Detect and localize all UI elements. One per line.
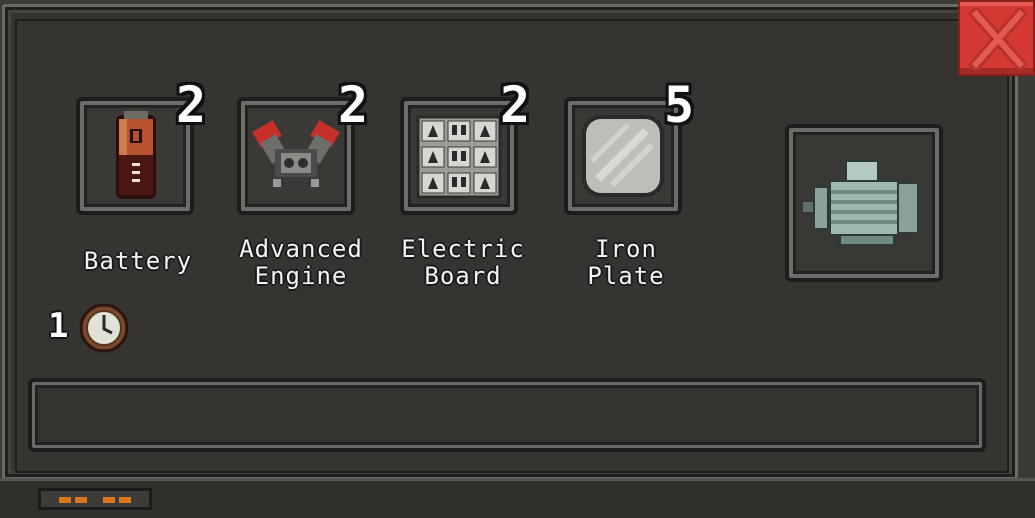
drag-handle[interactable] xyxy=(38,488,152,510)
ingredient-label-iron-plate: Iron Plate xyxy=(587,235,665,290)
ingredient-quantity: 2 xyxy=(338,76,369,134)
clock-icon xyxy=(79,303,129,353)
ingredient-quantity: 2 xyxy=(500,76,531,134)
engine-icon xyxy=(252,120,340,189)
craft-time-value: 1 xyxy=(48,306,69,346)
crafting-progress-bar xyxy=(28,378,986,452)
output-slot[interactable] xyxy=(785,124,943,282)
ingredient-quantity: 5 xyxy=(664,76,695,134)
iron-plate-icon xyxy=(582,115,664,197)
ingredient-label-battery: Battery xyxy=(83,247,193,275)
ingredient-label-electric-board: Electric Board xyxy=(401,235,525,290)
ingredient-label-advanced-engine: Advanced Engine xyxy=(239,235,363,290)
battery-icon xyxy=(116,111,156,199)
bottom-bar xyxy=(0,478,1035,518)
ingredient-quantity: 2 xyxy=(176,76,207,134)
circuit-board-icon xyxy=(416,115,502,199)
close-icon xyxy=(968,8,1028,70)
electric-motor-icon xyxy=(803,160,919,246)
close-button[interactable] xyxy=(958,0,1035,76)
